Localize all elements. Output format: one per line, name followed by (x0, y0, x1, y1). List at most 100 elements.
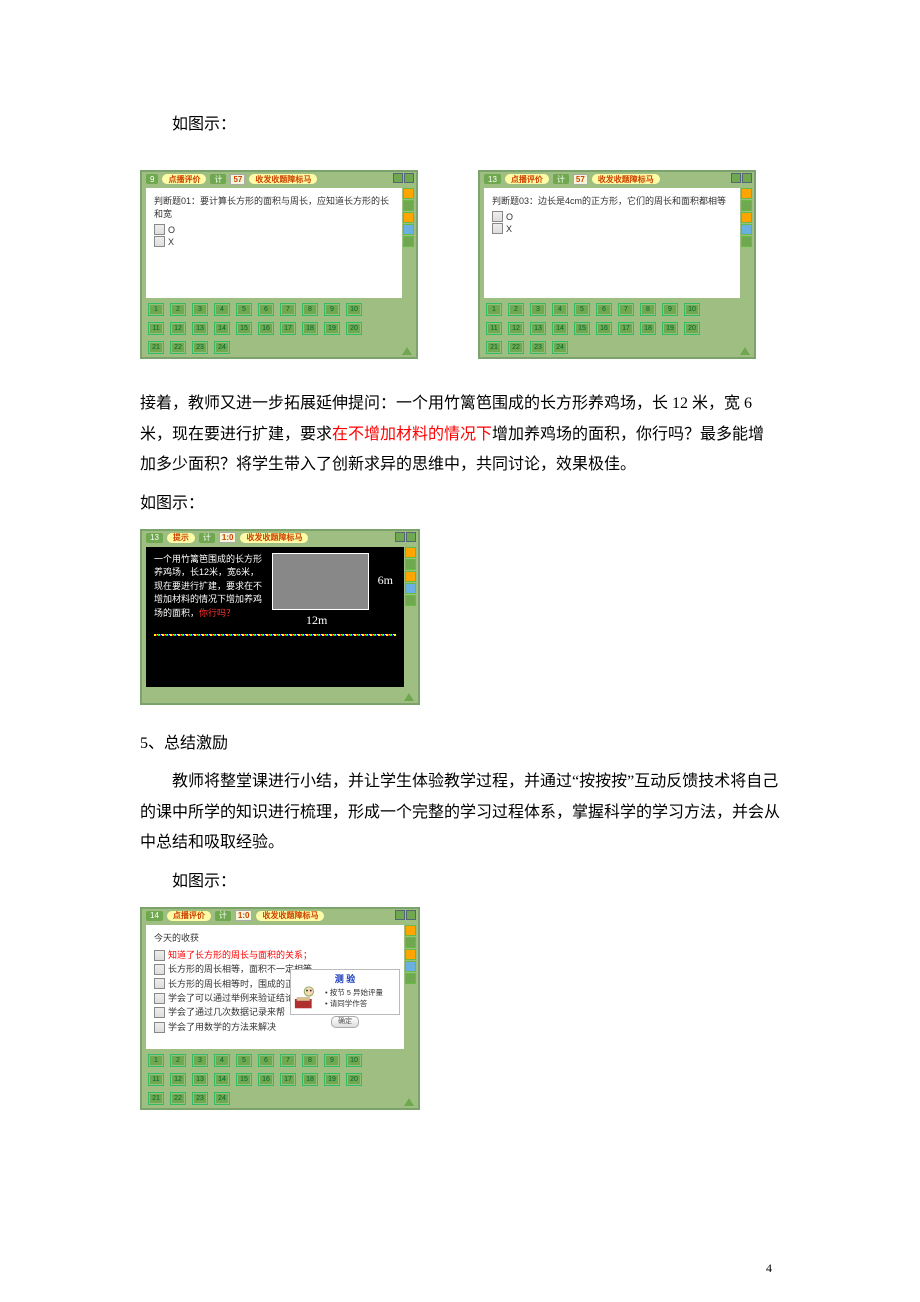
hint-button[interactable]: 提示 (167, 533, 195, 543)
number-cell-1[interactable]: 1 (148, 303, 164, 316)
side-btn-4[interactable] (403, 224, 414, 235)
number-cell-13[interactable]: 13 (192, 322, 208, 335)
window-min-button[interactable] (395, 910, 405, 920)
number-cell-12[interactable]: 12 (170, 1073, 186, 1086)
number-cell-15[interactable]: 15 (236, 322, 252, 335)
number-cell-18[interactable]: 18 (302, 1073, 318, 1086)
window-min-button[interactable] (395, 532, 405, 542)
number-cell-12[interactable]: 12 (170, 322, 186, 335)
number-cell-14[interactable]: 14 (214, 1073, 230, 1086)
number-cell-4[interactable]: 4 (214, 303, 230, 316)
number-cell-5[interactable]: 5 (574, 303, 590, 316)
number-cell-7[interactable]: 7 (618, 303, 634, 316)
side-btn-2[interactable] (405, 559, 416, 570)
side-btn-1[interactable] (405, 925, 416, 936)
q1-option-x[interactable]: X (154, 236, 394, 247)
number-cell-8[interactable]: 8 (640, 303, 656, 316)
number-cell-16[interactable]: 16 (258, 1073, 274, 1086)
side-btn-1[interactable] (741, 188, 752, 199)
number-cell-10[interactable]: 10 (346, 303, 362, 316)
q1-option-o[interactable]: O (154, 224, 394, 235)
number-cell-23[interactable]: 23 (192, 1092, 208, 1105)
number-cell-24[interactable]: 24 (552, 341, 568, 354)
number-cell-5[interactable]: 5 (236, 303, 252, 316)
number-cell-23[interactable]: 23 (192, 341, 208, 354)
number-cell-8[interactable]: 8 (302, 303, 318, 316)
number-cell-19[interactable]: 19 (324, 1073, 340, 1086)
number-cell-19[interactable]: 19 (324, 322, 340, 335)
number-cell-22[interactable]: 22 (170, 1092, 186, 1105)
number-cell-1[interactable]: 1 (486, 303, 502, 316)
number-cell-17[interactable]: 17 (618, 322, 634, 335)
number-cell-16[interactable]: 16 (596, 322, 612, 335)
number-cell-22[interactable]: 22 (508, 341, 524, 354)
number-cell-7[interactable]: 7 (280, 1054, 296, 1067)
number-cell-5[interactable]: 5 (236, 1054, 252, 1067)
up-arrow-icon[interactable] (404, 693, 414, 701)
number-cell-11[interactable]: 11 (486, 322, 502, 335)
side-btn-2[interactable] (403, 200, 414, 211)
number-cell-6[interactable]: 6 (258, 303, 274, 316)
up-arrow-icon[interactable] (404, 1098, 414, 1106)
number-cell-15[interactable]: 15 (236, 1073, 252, 1086)
number-cell-10[interactable]: 10 (346, 1054, 362, 1067)
number-cell-11[interactable]: 11 (148, 1073, 164, 1086)
number-cell-8[interactable]: 8 (302, 1054, 318, 1067)
answer-bar[interactable]: 收发收题障标马 (240, 533, 308, 543)
number-cell-13[interactable]: 13 (192, 1073, 208, 1086)
up-arrow-icon[interactable] (740, 347, 750, 355)
q2-option-o[interactable]: O (492, 211, 732, 222)
number-cell-12[interactable]: 12 (508, 322, 524, 335)
number-cell-24[interactable]: 24 (214, 1092, 230, 1105)
number-cell-23[interactable]: 23 (530, 341, 546, 354)
side-btn-1[interactable] (403, 188, 414, 199)
side-btn-5[interactable] (405, 595, 416, 606)
side-btn-3[interactable] (405, 949, 416, 960)
answer-bar[interactable]: 收发收题障标马 (592, 174, 660, 184)
side-btn-2[interactable] (405, 937, 416, 948)
number-cell-18[interactable]: 18 (302, 322, 318, 335)
side-btn-3[interactable] (741, 212, 752, 223)
number-cell-7[interactable]: 7 (280, 303, 296, 316)
number-cell-21[interactable]: 21 (148, 1092, 164, 1105)
number-cell-2[interactable]: 2 (508, 303, 524, 316)
review-button[interactable]: 点播评价 (505, 174, 549, 184)
side-btn-5[interactable] (403, 236, 414, 247)
number-cell-1[interactable]: 1 (148, 1054, 164, 1067)
number-cell-9[interactable]: 9 (662, 303, 678, 316)
number-cell-2[interactable]: 2 (170, 303, 186, 316)
number-cell-16[interactable]: 16 (258, 322, 274, 335)
number-cell-2[interactable]: 2 (170, 1054, 186, 1067)
review-button[interactable]: 点播评价 (162, 174, 206, 184)
side-btn-5[interactable] (741, 236, 752, 247)
ok-button[interactable]: 确定 (331, 1016, 359, 1028)
number-cell-17[interactable]: 17 (280, 1073, 296, 1086)
number-cell-6[interactable]: 6 (258, 1054, 274, 1067)
number-cell-14[interactable]: 14 (552, 322, 568, 335)
side-btn-3[interactable] (403, 212, 414, 223)
answer-bar[interactable]: 收发收题障标马 (249, 174, 317, 184)
number-cell-17[interactable]: 17 (280, 322, 296, 335)
number-cell-4[interactable]: 4 (552, 303, 568, 316)
number-cell-20[interactable]: 20 (346, 1073, 362, 1086)
number-cell-9[interactable]: 9 (324, 303, 340, 316)
up-arrow-icon[interactable] (402, 347, 412, 355)
window-close-button[interactable] (406, 532, 416, 542)
number-cell-4[interactable]: 4 (214, 1054, 230, 1067)
window-close-button[interactable] (404, 173, 414, 183)
side-btn-4[interactable] (405, 583, 416, 594)
number-cell-11[interactable]: 11 (148, 322, 164, 335)
number-cell-20[interactable]: 20 (684, 322, 700, 335)
number-cell-10[interactable]: 10 (684, 303, 700, 316)
number-cell-6[interactable]: 6 (596, 303, 612, 316)
number-cell-14[interactable]: 14 (214, 322, 230, 335)
side-btn-2[interactable] (741, 200, 752, 211)
q2-option-x[interactable]: X (492, 223, 732, 234)
number-cell-24[interactable]: 24 (214, 341, 230, 354)
number-cell-18[interactable]: 18 (640, 322, 656, 335)
number-cell-3[interactable]: 3 (530, 303, 546, 316)
number-cell-21[interactable]: 21 (148, 341, 164, 354)
number-cell-13[interactable]: 13 (530, 322, 546, 335)
window-min-button[interactable] (731, 173, 741, 183)
number-cell-19[interactable]: 19 (662, 322, 678, 335)
